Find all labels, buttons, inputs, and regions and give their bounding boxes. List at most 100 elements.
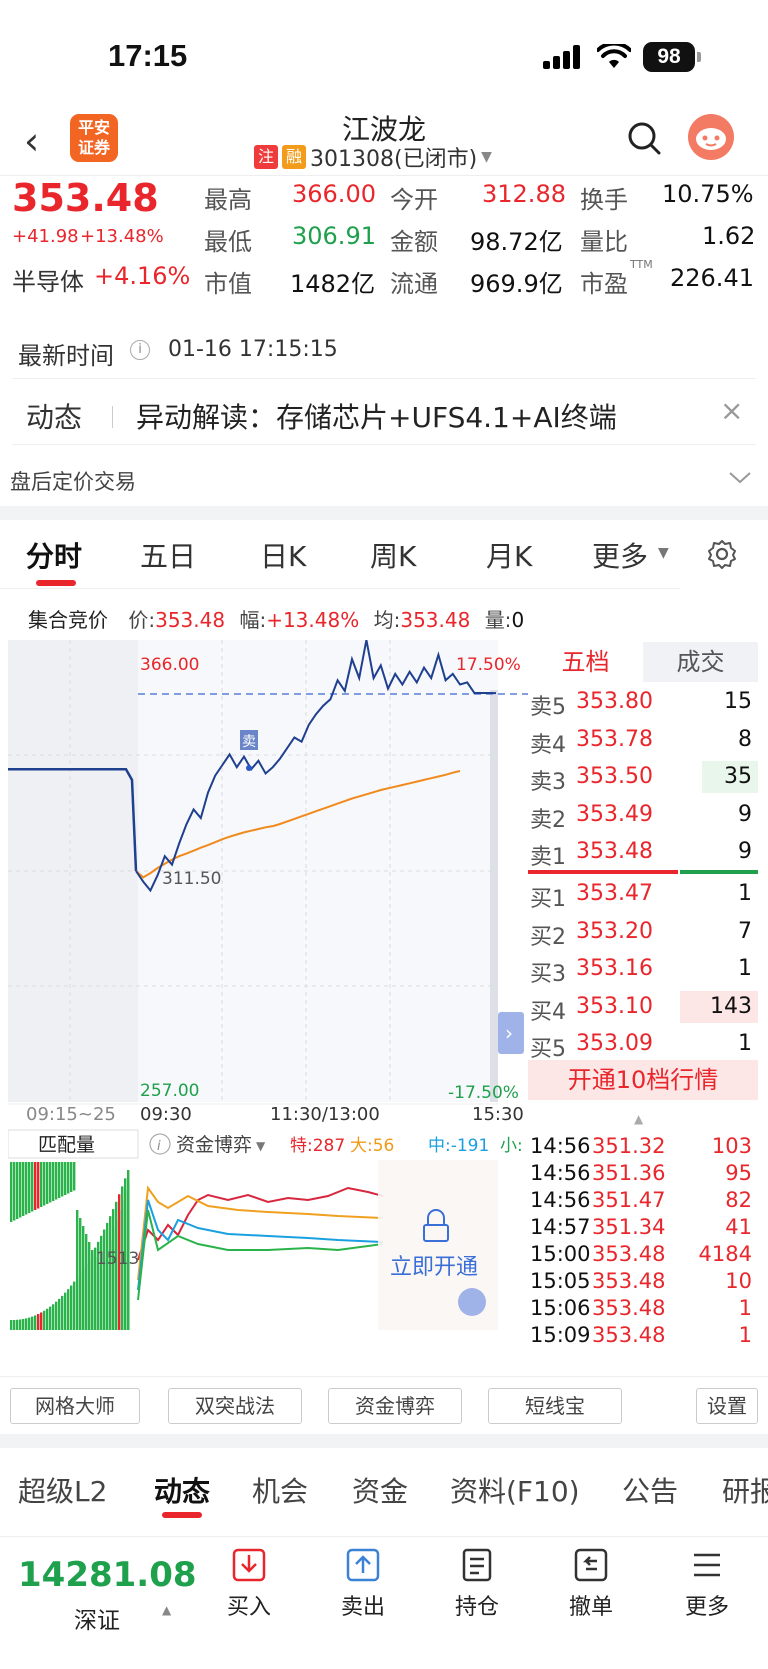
trade-volume: 41 [725, 1215, 752, 1239]
ask-row[interactable]: 卖3 353.50 35 [528, 759, 758, 797]
fullscreen-icon[interactable] [458, 1288, 486, 1316]
bid-row[interactable]: 买2 353.20 7 [528, 914, 758, 952]
bid-row[interactable]: 买1 353.47 1 [528, 876, 758, 914]
low-value: 306.91 [292, 222, 376, 250]
svg-text:中:-191: 中:-191 [428, 1136, 489, 1156]
trade-volume: 82 [725, 1188, 752, 1212]
more-button[interactable]: 更多 [662, 1547, 752, 1621]
zhong-value: -191 [451, 1136, 490, 1156]
da-label: 大: [350, 1136, 373, 1156]
intraday-chart[interactable]: 卖 366.00 17.50% 311.50 257.00 -17.50% › … [8, 640, 528, 1330]
auction-avg-label: 均: [373, 608, 401, 632]
time-label: 09:30 [140, 1104, 192, 1125]
tab-research[interactable]: 研报 [722, 1470, 768, 1510]
bid-row[interactable]: 买5 353.09 1 [528, 1026, 758, 1064]
volume-bar [19, 1162, 22, 1218]
tab-f10[interactable]: 资料(F10) [450, 1470, 580, 1510]
auction-label: 集合竞价 [28, 608, 108, 632]
tab-announcements[interactable]: 公告 [622, 1470, 678, 1510]
bid-row[interactable]: 买4 353.10 143 [528, 989, 758, 1027]
quote-panel: 353.48 +41.98 +13.48% 半导体 +4.16% 最高 366.… [0, 176, 768, 306]
ask-row[interactable]: 卖2 353.49 9 [528, 797, 758, 835]
info-icon[interactable]: i [130, 340, 150, 360]
tab-more[interactable]: 更多 [592, 535, 648, 575]
tab-daily[interactable]: 日K [260, 535, 306, 575]
fund-game-button[interactable]: 资金博弈 [328, 1388, 462, 1424]
after-hours-label[interactable]: 盘后定价交易 [10, 466, 136, 496]
volume-bar [43, 1162, 46, 1206]
chevron-down-icon[interactable] [728, 470, 752, 486]
level-volume: 15 [724, 689, 752, 714]
trade-volume: 1 [738, 1323, 752, 1347]
ask-row[interactable]: 卖4 353.78 8 [528, 722, 758, 760]
short-line-button[interactable]: 短线宝 [488, 1388, 622, 1424]
volume-bar [76, 1277, 79, 1330]
tab-5day[interactable]: 五日 [140, 535, 196, 575]
unlock-button[interactable]: 立即开通 [390, 1255, 478, 1280]
pe-value: 226.41 [670, 264, 754, 292]
auction-pct: +13.48% [266, 608, 360, 632]
cancel-order-button[interactable]: 撤单 [546, 1547, 636, 1621]
trade-price: 353.48 [592, 1242, 666, 1266]
volume-mark: 1513 [96, 1249, 139, 1269]
trade-volume: 1 [738, 1296, 752, 1320]
sell-icon [346, 1548, 380, 1582]
low-label: 最低 [204, 228, 252, 256]
volume-bar [91, 1253, 94, 1330]
fund-indicator-select[interactable]: 资金博弈 [176, 1134, 252, 1156]
volume-bar [16, 1319, 19, 1330]
tab-super-l2[interactable]: 超级L2 [18, 1470, 107, 1510]
tab-five-levels[interactable]: 五档 [528, 642, 643, 682]
tab-opportunity[interactable]: 机会 [252, 1470, 308, 1510]
buy-button[interactable]: 买入 [204, 1547, 294, 1621]
close-icon[interactable]: × [720, 394, 743, 427]
volume-bar [37, 1314, 40, 1330]
tab-news[interactable]: 动态 [154, 1470, 210, 1510]
volume-bar [34, 1162, 37, 1210]
volume-bar [64, 1162, 67, 1195]
update-time-label: 最新时间 [18, 342, 114, 370]
bid-row[interactable]: 买3 353.16 1 [528, 951, 758, 989]
cancel-label: 撤单 [568, 1595, 613, 1620]
position-button[interactable]: 持仓 [432, 1547, 522, 1621]
tab-intraday[interactable]: 分时 [26, 535, 82, 575]
auction-price: 353.48 [155, 608, 226, 632]
volume-bar [46, 1308, 49, 1330]
double-breakout-button[interactable]: 双突战法 [168, 1388, 302, 1424]
tab-monthly[interactable]: 月K [486, 535, 532, 575]
stock-code-line[interactable]: 注 融 301308(已闭市) ▼ [254, 142, 492, 172]
index-name[interactable]: 深证 [74, 1601, 120, 1635]
tab-funds[interactable]: 资金 [352, 1470, 408, 1510]
settings-gear-icon[interactable] [706, 538, 738, 570]
volume-bar [37, 1162, 40, 1209]
chevron-up-icon[interactable]: ▲ [634, 1112, 643, 1126]
tab-weekly[interactable]: 周K [370, 535, 416, 575]
index-value[interactable]: 14281.08 [18, 1555, 197, 1595]
assistant-avatar[interactable] [688, 114, 734, 160]
settings-button[interactable]: 设置 [696, 1388, 758, 1424]
sector-name[interactable]: 半导体 [12, 262, 84, 297]
tab-trades[interactable]: 成交 [643, 642, 758, 682]
volume-bar [88, 1258, 91, 1330]
after-hours-zone [490, 690, 498, 1102]
level-label: 买3 [530, 962, 566, 988]
chevron-up-icon[interactable]: ▲ [162, 1603, 171, 1617]
tool-buttons: 网格大师 双突战法 资金博弈 短线宝 设置 [0, 1388, 768, 1428]
ask-row[interactable]: 卖1 353.48 9 [528, 834, 758, 872]
volume-bar [109, 1216, 112, 1330]
trade-row: 14:56 351.47 82 [528, 1188, 758, 1214]
trade-time: 15:06 [530, 1296, 591, 1320]
news-headline[interactable]: 异动解读：存储芯片+UFS4.1+AI终端 [136, 396, 617, 436]
turnover-label: 换手 [580, 186, 628, 214]
volume-bar [70, 1162, 73, 1192]
upgrade-10-level-button[interactable]: 开通10档行情 [528, 1060, 758, 1100]
trade-row: 14:56 351.36 95 [528, 1161, 758, 1187]
sell-button[interactable]: 卖出 [318, 1547, 408, 1621]
auction-bar: 集合竞价 价:353.48 幅:+13.48% 均:353.48 量:0 [28, 604, 524, 633]
buy-icon [232, 1548, 266, 1582]
ask-row[interactable]: 卖5 353.80 15 [528, 684, 758, 722]
xiao-label: 小: [500, 1136, 523, 1156]
search-icon[interactable] [626, 120, 662, 156]
turnover-value: 10.75% [662, 180, 754, 208]
grid-master-button[interactable]: 网格大师 [10, 1388, 140, 1424]
